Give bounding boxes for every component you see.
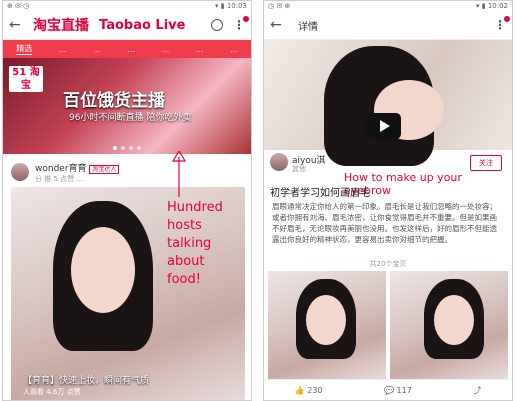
- host-meta: 分 推 5 点赞 …: [35, 174, 84, 183]
- notification-dot: [504, 16, 510, 22]
- tab-1[interactable]: ...: [59, 45, 67, 54]
- video-face: [71, 227, 135, 313]
- avatar[interactable]: [270, 153, 288, 171]
- products-label: 共20个宝贝: [369, 260, 407, 268]
- video-viewers: 人观看 4.6万 点赞: [23, 388, 81, 396]
- play-icon[interactable]: [367, 113, 401, 139]
- follow-button[interactable]: 关注: [470, 155, 502, 171]
- status-icons: ◷ ✉ ⊕: [268, 2, 291, 10]
- status-time: ▾ ▮ 10:03: [215, 2, 247, 10]
- host-name: wonder育育: [35, 163, 87, 174]
- page-title: 详情: [298, 21, 318, 33]
- tab-4[interactable]: ...: [162, 45, 170, 54]
- status-bar: ⊕ ✉ ◷ ▾ ▮ 10:03: [3, 1, 251, 11]
- video-caption: 【育育】快速上妆，瞬间有气质: [23, 376, 150, 386]
- host-row[interactable]: wonder育育 淘宝达人 分 推 5 点赞 …: [3, 154, 251, 190]
- taobao-live-screen: ⊕ ✉ ◷ ▾ ▮ 10:03 ← 淘宝直播 Taobao Live ⋮ 精选 …: [2, 0, 252, 401]
- annotation-arrow-icon: [171, 151, 187, 197]
- promo-badge: 51 淘宝: [9, 66, 43, 92]
- app-logo-english: Taobao Live: [99, 17, 186, 33]
- host-tag: 淘宝达人: [89, 164, 120, 174]
- avatar[interactable]: [11, 163, 29, 181]
- author-meta: 其他: [292, 165, 306, 173]
- thumb-face: [434, 295, 474, 345]
- action-bar: 👍 230 💬 117 ⤴: [264, 379, 512, 400]
- like-button[interactable]: 👍 230: [295, 386, 323, 395]
- top-nav: ← 淘宝直播 Taobao Live ⋮: [3, 11, 251, 40]
- like-count: 230: [307, 385, 323, 395]
- tab-2[interactable]: ...: [93, 45, 101, 54]
- more-menu-icon[interactable]: ⋮: [233, 16, 249, 32]
- carousel-dots: [113, 146, 141, 150]
- back-arrow-icon[interactable]: ←: [9, 17, 23, 33]
- banner-title: 百位饿货主播: [63, 91, 165, 111]
- tab-5[interactable]: ...: [196, 45, 204, 54]
- app-logo: 淘宝直播: [33, 18, 89, 34]
- back-arrow-icon[interactable]: ←: [270, 17, 284, 33]
- product-thumbnail[interactable]: [390, 271, 508, 379]
- article-body: 眉眼通常决定你给人的第一印象。眉毛长是让我们忽略的一处妆容；或者你拥有刘海、眉毛…: [272, 202, 497, 244]
- share-icon[interactable]: ⤴: [473, 385, 481, 396]
- comment-button[interactable]: 💬 117: [384, 386, 412, 395]
- top-nav: ← 详情 ⋮: [264, 11, 512, 40]
- article-detail-screen: ◷ ✉ ⊕ ▾ ▮ 10:02 ← 详情 ⋮ aiyou淇 其他 关注 How …: [263, 0, 513, 401]
- annotation-text: Hundred hosts talking about food!: [167, 200, 223, 287]
- product-thumbnail[interactable]: [268, 271, 386, 379]
- status-time: ▾ ▮ 10:02: [476, 2, 508, 10]
- more-menu-icon[interactable]: ⋮: [494, 16, 510, 32]
- notification-dot: [243, 16, 249, 22]
- tab-3[interactable]: ...: [127, 45, 135, 54]
- category-tabs: 精选 ... ... ... ... ... ...: [3, 40, 251, 58]
- status-bar: ◷ ✉ ⊕ ▾ ▮ 10:02: [264, 1, 512, 11]
- tab-featured[interactable]: 精选: [16, 43, 33, 55]
- user-icon[interactable]: [211, 19, 223, 31]
- thumb-face: [306, 295, 346, 345]
- status-icons: ⊕ ✉ ◷: [7, 2, 30, 10]
- article-title: 初学者学习如何画眉毛: [270, 188, 370, 199]
- promo-banner[interactable]: 51 淘宝 百位饿货主播 96小时不间断直播 陪你吃外卖: [3, 58, 251, 154]
- tab-6[interactable]: ...: [230, 45, 238, 54]
- comment-count: 117: [396, 385, 412, 395]
- article-video[interactable]: [264, 40, 512, 166]
- banner-subtitle: 96小时不间断直播 陪你吃外卖: [69, 113, 192, 123]
